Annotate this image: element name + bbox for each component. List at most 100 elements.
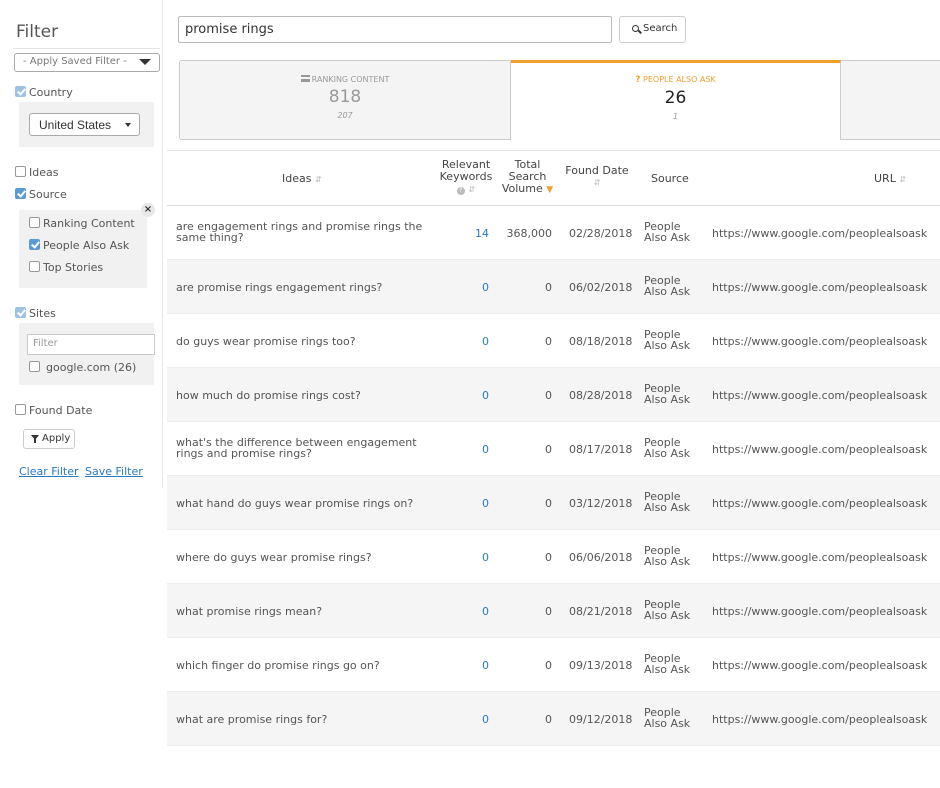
filter-sidebar: Filter - Apply Saved Filter - Country Un…: [0, 0, 163, 488]
sort-icon: ⇵: [314, 175, 322, 184]
url-text: https://www.google.com/peoplealsoask: [712, 227, 928, 240]
relevant-keywords-link[interactable]: 0: [437, 714, 489, 725]
source-line: Also Ask: [644, 555, 691, 568]
ideas-checkbox[interactable]: [15, 166, 26, 177]
source-checkbox[interactable]: [15, 188, 26, 199]
col-date-header[interactable]: Found Date ⇵: [565, 165, 629, 189]
search-volume: 368,000: [506, 227, 553, 240]
apply-saved-filter-select[interactable]: - Apply Saved Filter -: [14, 53, 160, 72]
source-checkbox-row[interactable]: Source: [15, 188, 67, 201]
found-date: 06/06/2018: [569, 551, 633, 564]
idea-text: are engagement rings and promise rings t…: [176, 220, 423, 244]
source-option-label: People Also Ask: [43, 239, 130, 252]
source-line: Also Ask: [644, 393, 691, 406]
source-option-label: Ranking Content: [43, 217, 135, 230]
idea-text: how much do promise rings cost?: [176, 389, 361, 402]
source-line: Also Ask: [644, 609, 691, 622]
search-query: promise rings: [185, 22, 274, 37]
url-text: https://www.google.com/peoplealsoask: [712, 443, 928, 456]
sites-filter-input[interactable]: Filter: [27, 334, 155, 355]
sort-icon: ⇵: [468, 185, 476, 194]
col-keywords-header[interactable]: Relevant Keywords ? ⇵: [438, 159, 494, 196]
source-option-top-stories[interactable]: Top Stories: [29, 261, 103, 274]
sites-panel: Filter google.com (26): [19, 323, 155, 385]
url-text: https://www.google.com/peoplealsoask: [712, 497, 928, 510]
table-row[interactable]: do guys wear promise rings too? 0 0 08/18/2…: [167, 314, 940, 368]
col-volume-header[interactable]: Total Search Volume ▼: [500, 159, 555, 196]
site-google-checkbox[interactable]: [29, 361, 40, 372]
country-checkbox[interactable]: [15, 86, 26, 97]
idea-text: what's the difference between engagement…: [176, 436, 417, 460]
search-icon: [632, 25, 639, 32]
table-row[interactable]: which finger do promise rings go on? 0 0 09…: [167, 638, 940, 692]
search-volume: 0: [545, 659, 552, 672]
table-row[interactable]: what's the difference between engagement…: [167, 422, 940, 476]
apply-button[interactable]: Apply: [23, 429, 75, 449]
table-row[interactable]: what are promise rings for? 0 0 09/12/2018 P…: [167, 692, 940, 746]
found-date-checkbox[interactable]: [15, 404, 26, 415]
ideas-label: Ideas: [29, 166, 59, 179]
source-line: Also Ask: [644, 285, 691, 298]
url-text: https://www.google.com/peoplealsoask: [712, 605, 928, 618]
country-label: Country: [29, 86, 73, 99]
table-row[interactable]: what hand do guys wear promise rings on?…: [167, 476, 940, 530]
site-option-google[interactable]: google.com (26): [29, 361, 136, 374]
chevron-down-icon: [125, 123, 131, 127]
found-date: 08/18/2018: [569, 335, 633, 348]
idea-text: what hand do guys wear promise rings on?: [176, 497, 414, 510]
sites-checkbox-row[interactable]: Sites: [15, 307, 56, 320]
source-text: People Also Ask: [644, 275, 690, 297]
relevant-keywords-link[interactable]: 0: [437, 552, 489, 563]
search-input[interactable]: promise rings: [178, 16, 612, 43]
site-option-label: google.com (26): [46, 361, 137, 374]
divider: [13, 48, 160, 49]
relevant-keywords-link[interactable]: 0: [437, 282, 489, 293]
relevant-keywords-link[interactable]: 0: [437, 660, 489, 671]
relevant-keywords-link[interactable]: 0: [437, 498, 489, 509]
source-line: Also Ask: [644, 501, 691, 514]
sort-icon: ⇵: [899, 175, 907, 184]
relevant-keywords-link[interactable]: 0: [437, 390, 489, 401]
help-icon[interactable]: ?: [456, 187, 465, 195]
tab-value: 818: [328, 87, 362, 107]
country-select[interactable]: United States: [29, 113, 140, 136]
col-url-header[interactable]: URL ⇵: [874, 173, 906, 186]
ideas-checkbox-row[interactable]: Ideas: [15, 166, 58, 179]
top-stories-checkbox[interactable]: [29, 261, 40, 272]
close-icon[interactable]: ×: [141, 203, 155, 217]
source-text: People Also Ask: [644, 653, 690, 675]
source-text: People Also Ask: [644, 545, 690, 567]
table-row[interactable]: how much do promise rings cost? 0 0 08/28/2…: [167, 368, 940, 422]
source-option-ranking-content[interactable]: Ranking Content: [29, 217, 135, 230]
found-date-checkbox-row[interactable]: Found Date: [15, 404, 92, 417]
col-ideas-header[interactable]: Ideas ⇵: [282, 173, 322, 186]
ranking-content-checkbox[interactable]: [29, 217, 40, 228]
sort-desc-icon: ▼: [546, 185, 554, 195]
sites-checkbox[interactable]: [15, 307, 26, 318]
source-label: Source: [29, 188, 67, 201]
table-row[interactable]: what promise rings mean? 0 0 08/21/2018 Peop…: [167, 584, 940, 638]
idea-text: do guys wear promise rings too?: [176, 335, 356, 348]
source-text: People Also Ask: [644, 491, 690, 513]
table-row[interactable]: where do guys wear promise rings? 0 0 06/06…: [167, 530, 940, 584]
sites-label: Sites: [29, 307, 56, 320]
country-checkbox-row[interactable]: Country: [15, 86, 73, 99]
table-row[interactable]: are promise rings engagement rings? 0 0 06/…: [167, 260, 940, 314]
relevant-keywords-link[interactable]: 0: [437, 606, 489, 617]
col-url-label: URL: [874, 172, 896, 185]
clear-filter-link[interactable]: Clear Filter: [19, 465, 79, 478]
source-line: Also Ask: [644, 663, 691, 676]
relevant-keywords-link[interactable]: 0: [437, 444, 489, 455]
tab-value: 26: [664, 88, 687, 108]
search-button[interactable]: Search: [619, 16, 686, 43]
save-filter-link[interactable]: Save Filter: [85, 465, 143, 478]
tab-people-also-ask[interactable]: ? People Also Ask 26 1: [511, 60, 841, 140]
list-icon: [300, 75, 310, 82]
tab-ranking-content[interactable]: Ranking Content 818 207: [180, 61, 511, 139]
relevant-keywords-link[interactable]: 14: [437, 228, 489, 239]
table-row[interactable]: are engagement rings and promise rings t…: [167, 206, 940, 260]
tab-label-row: Ranking Content: [180, 75, 510, 84]
relevant-keywords-link[interactable]: 0: [437, 336, 489, 347]
source-option-people-also-ask[interactable]: People Also Ask: [29, 239, 129, 252]
people-also-ask-checkbox[interactable]: [29, 239, 40, 250]
